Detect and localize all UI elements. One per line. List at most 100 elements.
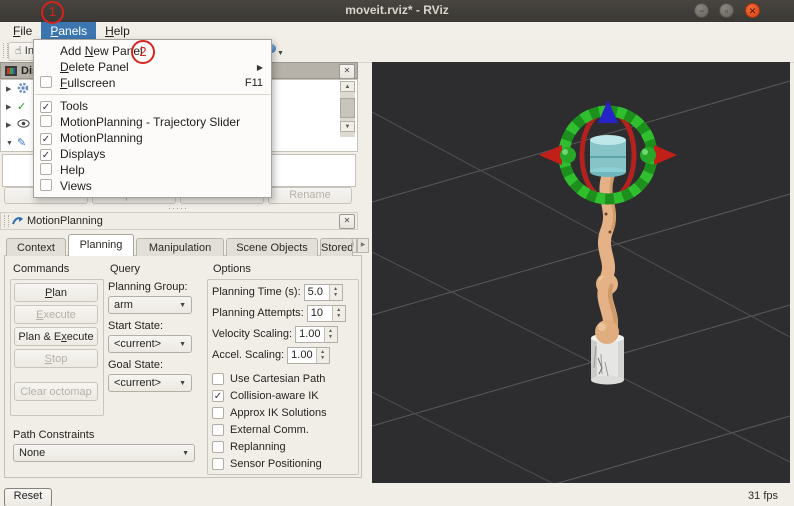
start-state-select[interactable]: <current> ▼ [108,335,192,353]
collapsed-arrow-icon[interactable]: ▶ [6,121,17,129]
combo-value: <current> [114,338,162,350]
tab-stored-scenes[interactable]: Stored Scenes [320,238,353,256]
gear-icon [17,82,31,97]
motionplanning-close-icon[interactable]: ✕ [339,214,355,229]
checkbox-icon[interactable] [212,423,224,436]
pencil-icon: ✎ [17,137,27,149]
plan-button[interactable]: Plan [14,283,98,302]
checkbox-external-comm[interactable]: External Comm. [212,421,354,438]
planning-time-s-spinner[interactable]: Planning Time (s): 5.0 ▲ ▼ [212,283,354,301]
checkbox-icon[interactable] [212,406,224,419]
tab-scene-objects[interactable]: Scene Objects [226,238,318,256]
checkbox-label: Sensor Positioning [230,457,322,470]
menu-item-label: Delete Panel [60,60,129,74]
commands-heading: Commands [13,263,70,275]
checkbox-sensor-positioning[interactable]: Sensor Positioning [212,455,354,472]
menu-gutter [40,114,60,130]
velocity-scaling-spinner[interactable]: Velocity Scaling: 1.00 ▲ ▼ [212,325,354,343]
commands-buttons: Plan Execute Plan & Execute Stop Clear octom… [14,283,98,404]
menu-item-views[interactable]: Views [34,178,271,194]
menu-item-label: Fullscreen [60,76,116,90]
checkbox-icon[interactable] [212,372,224,385]
hand-pointer-icon: ☝ [15,45,22,57]
spinner-box[interactable]: 5.0 ▲ ▼ [303,283,343,301]
minimize-button[interactable]: − [694,3,709,18]
stop-button[interactable]: Stop [14,349,98,368]
spinner-arrows-icon[interactable]: ▲ ▼ [328,284,342,300]
checkbox-icon[interactable]: ✓ [212,389,224,402]
motionplanning-panel-header[interactable]: MotionPlanning [0,212,358,230]
checkbox-icon[interactable] [212,440,224,453]
maximize-button[interactable]: ▫ [719,3,734,18]
planning-group-label: Planning Group: [108,281,188,293]
planning-attempts-spinner[interactable]: Planning Attempts: 10 ▲ ▼ [212,304,354,322]
spinner-box[interactable]: 1.00 ▲ ▼ [295,325,338,343]
checkbox-approx-ik-solutions[interactable]: Approx IK Solutions [212,404,354,421]
menu-item-fullscreen[interactable]: Fullscreen F11 [34,75,271,91]
menu-item-help[interactable]: Help [34,162,271,178]
render-view[interactable] [371,62,791,506]
scrollbar[interactable]: ▲ ▼ [340,81,355,137]
menu-panels[interactable]: Panels [41,22,97,40]
tab-context[interactable]: Context [6,238,66,256]
rename-button[interactable]: Rename [268,187,352,204]
eye-icon [17,119,31,131]
checkbox-use-cartesian-path[interactable]: Use Cartesian Path [212,370,354,387]
menu-help[interactable]: Help [96,22,139,40]
menu-gutter [40,162,60,178]
tab-manipulation[interactable]: Manipulation [136,238,224,256]
spinner-arrows-icon[interactable]: ▲ ▼ [331,305,345,321]
menu-item-label: Views [60,179,92,193]
spinner-box[interactable]: 1.00 ▲ ▼ [287,346,330,364]
menu-file[interactable]: File [4,22,41,40]
spinner-arrows-icon[interactable]: ▲ ▼ [323,326,337,342]
planning-group-select[interactable]: arm ▼ [108,296,192,314]
menu-item-delete-panel[interactable]: Delete Panel ▶ [34,59,271,75]
chevron-down-icon: ▼ [182,449,189,457]
spinner-value: 10 [310,306,323,319]
chevron-down-icon: ▼ [179,379,186,387]
panel-drag-handle[interactable] [4,215,9,227]
menu-item-label: Help [60,163,85,177]
menu-item-label: MotionPlanning - Trajectory Slider [60,115,241,129]
collapsed-arrow-icon[interactable]: ▶ [6,103,17,111]
scroll-down-icon[interactable]: ▼ [340,121,355,132]
menu-gutter: ✓ [40,131,60,145]
toolbar-overflow-icon[interactable]: ▼ [277,50,284,57]
shortcut-label: F11 [244,77,263,89]
tab-planning[interactable]: Planning [68,234,134,256]
motionplanning-panel-title: MotionPlanning [27,215,103,227]
menu-item-motionplanning[interactable]: ✓ MotionPlanning [34,130,271,146]
menubar: File Panels Help [0,22,794,40]
accel-scaling-spinner[interactable]: Accel. Scaling: 1.00 ▲ ▼ [212,346,354,364]
menu-item-displays[interactable]: ✓ Displays [34,146,271,162]
plan-execute-button[interactable]: Plan & Execute [14,327,98,346]
checkbox-label: External Comm. [230,423,309,436]
clear-octomap-button[interactable]: Clear octomap [14,382,98,401]
checkbox-icon[interactable] [212,457,224,470]
spinner-box[interactable]: 10 ▲ ▼ [306,304,346,322]
checkbox-icon [40,114,52,127]
displays-close-icon[interactable]: ✕ [339,64,355,79]
spinner-arrows-icon[interactable]: ▲ ▼ [315,347,329,363]
checkbox-replanning[interactable]: Replanning [212,438,354,455]
motionplanning-tabs: Context Planning Manipulation Scene Objects… [6,234,353,256]
tab-scroll-right-icon[interactable]: ▶ [357,238,369,253]
reset-button[interactable]: Reset [4,488,52,506]
combo-value: <current> [114,377,162,389]
scroll-up-icon[interactable]: ▲ [340,81,355,92]
close-button[interactable]: ✕ [745,3,760,18]
execute-button[interactable]: Execute [14,305,98,324]
goal-state-select[interactable]: <current> ▼ [108,374,192,392]
menu-item-motionplanning-trajectory-slider[interactable]: MotionPlanning - Trajectory Slider [34,114,271,130]
titlebar[interactable]: moveit.rviz* - RViz − ▫ ✕ [0,0,794,23]
checkbox-collision-aware-ik[interactable]: ✓ Collision-aware IK [212,387,354,404]
menu-item-tools[interactable]: ✓ Tools [34,98,271,114]
expanded-arrow-icon[interactable]: ▼ [6,140,17,147]
checkbox-label: Collision-aware IK [230,389,319,402]
scrollbar-thumb[interactable] [340,98,355,118]
collapsed-arrow-icon[interactable]: ▶ [6,85,17,93]
spinner-label: Accel. Scaling: [212,349,285,361]
path-constraints-select[interactable]: None ▼ [13,444,195,462]
options-checkbox-list: Use Cartesian Path ✓ Collision-aware IK App… [212,370,354,472]
